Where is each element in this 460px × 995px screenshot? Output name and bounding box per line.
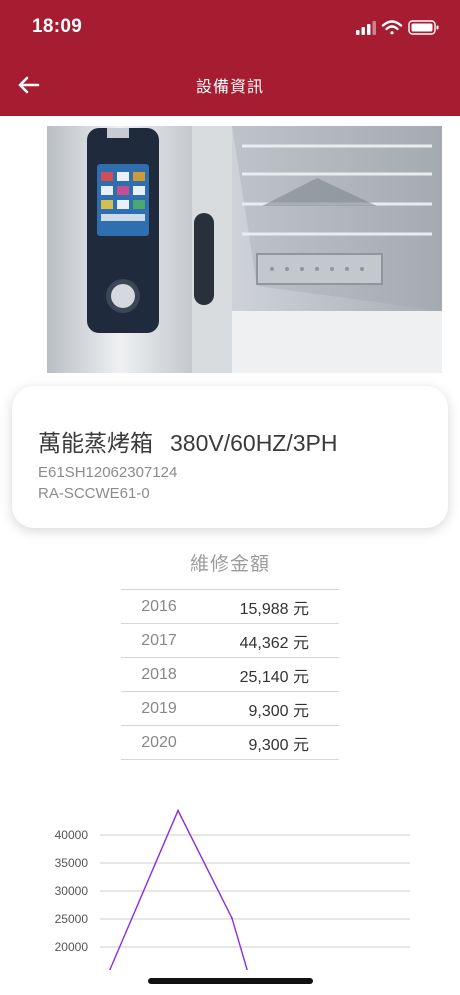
table-row: 2020 9,300 元 — [121, 726, 339, 760]
table-row: 2018 25,140 元 — [121, 658, 339, 692]
repair-section-title: 維修金額 — [189, 554, 270, 575]
y-tick-label: 20000 — [55, 940, 89, 954]
device-name: 萬能蒸烤箱 — [38, 430, 153, 456]
y-tick-label: 30000 — [55, 884, 89, 898]
y-tick-label: 25000 — [55, 912, 89, 926]
wifi-icon — [381, 20, 403, 35]
row-amount: 25,140 元 — [239, 668, 309, 686]
repair-line-chart: 20000 25000 30000 35000 40000 — [55, 808, 410, 970]
battery-icon — [408, 20, 439, 35]
row-year: 2016 — [141, 597, 177, 615]
model-number: RA-SCCWE61-0 — [38, 485, 150, 502]
table-row: 2019 9,300 元 — [121, 692, 339, 726]
series-line — [109, 808, 248, 970]
status-time: 18:09 — [32, 16, 83, 37]
row-year: 2020 — [141, 733, 177, 751]
row-amount: 9,300 元 — [248, 702, 310, 720]
row-year: 2018 — [141, 665, 177, 683]
table-row: 2016 15,988 元 — [121, 590, 339, 624]
row-amount: 9,300 元 — [248, 736, 310, 754]
app-header: 18:09 設備資訊 — [0, 0, 460, 116]
y-tick-label: 40000 — [55, 828, 89, 842]
repair-table: 2016 15,988 元 2017 44,362 元 2018 25,140 … — [121, 589, 339, 760]
row-year: 2019 — [141, 699, 177, 717]
device-spec: 380V/60HZ/3PH — [170, 430, 338, 456]
table-row: 2017 44,362 元 — [121, 624, 339, 658]
page-title: 設備資訊 — [195, 79, 264, 96]
serial-number: E61SH12062307124 — [38, 464, 178, 481]
row-amount: 44,362 元 — [239, 634, 309, 652]
status-icons — [356, 20, 439, 35]
device-info-card: 萬能蒸烤箱 380V/60HZ/3PH E61SH12062307124 RA-S… — [12, 386, 448, 528]
home-indicator — [148, 978, 313, 984]
row-year: 2017 — [141, 631, 177, 649]
data-point — [231, 917, 233, 920]
row-amount: 15,988 元 — [239, 600, 309, 618]
device-name-line: 萬能蒸烤箱 380V/60HZ/3PH — [38, 424, 337, 458]
y-tick-label: 35000 — [55, 856, 89, 870]
product-image — [47, 126, 442, 373]
data-point — [177, 809, 179, 812]
cellular-signal-icon — [356, 21, 376, 35]
